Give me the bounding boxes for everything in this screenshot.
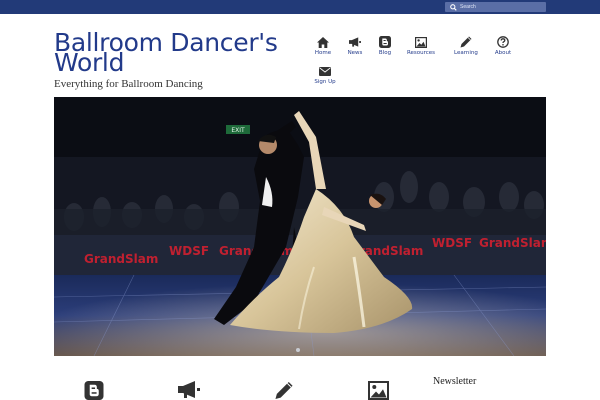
nav-blog[interactable]: Blog [370, 36, 400, 60]
nav-signup-label: Sign Up [314, 79, 336, 85]
pencil-icon [274, 381, 294, 400]
feature-resources[interactable] [367, 381, 389, 400]
nav-resources[interactable]: Resources [406, 36, 436, 60]
slideshow-dots [296, 348, 300, 352]
blogger-icon [84, 381, 104, 400]
top-bar [0, 0, 600, 14]
nav-home-label: Home [314, 50, 332, 56]
banner-text: GrandSlam [84, 252, 158, 266]
envelope-icon [319, 65, 331, 77]
nav-blog-label: Blog [378, 50, 392, 56]
site-tagline: Everything for Ballroom Dancing [54, 78, 203, 90]
nav-learning-label: Learning [454, 50, 478, 56]
nav-resources-label: Resources [406, 50, 436, 56]
question-icon [497, 36, 509, 48]
exit-sign: EXIT [231, 127, 245, 134]
slide-dot[interactable] [296, 348, 300, 352]
nav-home[interactable]: Home [308, 36, 338, 60]
megaphone-icon [349, 36, 361, 48]
hero-photo: EXIT GrandSlam WDSF GrandSlam GrandSlam … [54, 97, 546, 356]
newsletter-heading: Newsletter [433, 376, 477, 387]
nav-signup[interactable]: Sign Up [310, 65, 340, 89]
nav-about-label: About [494, 50, 512, 56]
pencil-icon [460, 36, 472, 48]
feature-blog[interactable] [83, 381, 105, 400]
nav-about[interactable]: About [488, 36, 518, 60]
feature-news[interactable] [178, 381, 200, 400]
search-icon[interactable] [448, 2, 458, 12]
feature-learning[interactable] [273, 381, 295, 400]
nav-news[interactable]: News [340, 36, 370, 60]
image-icon [415, 36, 427, 48]
nav-news-label: News [347, 50, 363, 56]
home-icon [317, 36, 329, 48]
nav-learning[interactable]: Learning [451, 36, 481, 60]
banner-text: WDSF [432, 236, 472, 250]
image-icon [367, 381, 389, 400]
blogger-icon [379, 36, 391, 48]
search-input[interactable] [460, 2, 540, 12]
search-box[interactable] [445, 2, 546, 12]
megaphone-icon [178, 381, 200, 400]
banner-text: WDSF [169, 244, 209, 258]
banner-text: GrandSlam [479, 236, 546, 250]
site-title[interactable]: Ballroom Dancer's World [54, 30, 304, 75]
hero-slideshow[interactable]: EXIT GrandSlam WDSF GrandSlam GrandSlam … [54, 97, 546, 356]
